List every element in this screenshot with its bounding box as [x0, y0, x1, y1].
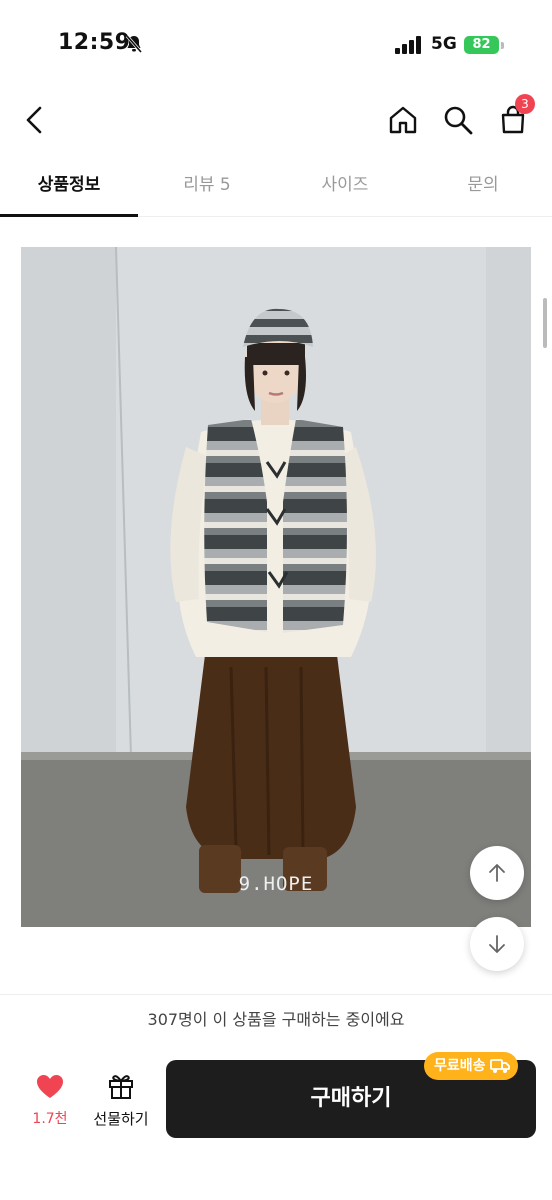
tab-product-info[interactable]: 상품정보 — [0, 160, 138, 217]
arrow-up-icon — [489, 864, 505, 882]
purchase-activity-notice: 307명이 이 상품을 구매하는 중이에요 — [0, 994, 552, 1044]
free-shipping-label: 무료배송 — [434, 1058, 486, 1074]
bottom-action-bar: 1.7천 선물하기 구매하기 무료배송 — [0, 1044, 552, 1200]
scroll-down-button[interactable] — [470, 917, 524, 971]
cart-button[interactable]: 3 — [493, 94, 535, 140]
delivery-truck-icon — [489, 1059, 510, 1073]
heart-icon — [37, 1075, 63, 1098]
gift-icon — [109, 1075, 133, 1099]
image-watermark: 9.HOPE — [239, 873, 314, 895]
arrow-down-icon — [489, 935, 505, 953]
network-type: 5G — [431, 34, 457, 54]
battery-icon: 82 — [464, 34, 504, 56]
tab-size[interactable]: 사이즈 — [276, 160, 414, 216]
search-button[interactable] — [438, 100, 478, 140]
gift-button[interactable]: 선물하기 — [88, 1072, 154, 1129]
status-time: 12:59 — [58, 30, 131, 55]
status-bar: 12:59 5G 82 — [0, 0, 552, 90]
search-icon — [444, 106, 473, 135]
product-tabs: 상품정보 리뷰 5 사이즈 문의 — [0, 160, 552, 217]
tab-reviews[interactable]: 리뷰 5 — [138, 160, 276, 216]
cellular-signal-icon — [395, 36, 421, 54]
like-count: 1.7천 — [32, 1111, 68, 1127]
cart-count-badge: 3 — [515, 94, 535, 114]
battery-level: 82 — [464, 36, 499, 54]
chevron-left-icon — [26, 106, 42, 134]
product-image: 9.HOPE — [21, 247, 531, 927]
gift-label: 선물하기 — [93, 1110, 149, 1128]
free-shipping-badge: 무료배송 — [424, 1052, 518, 1080]
home-button[interactable] — [383, 100, 423, 140]
like-button[interactable]: 1.7천 — [26, 1074, 74, 1128]
scroll-up-button[interactable] — [470, 846, 524, 900]
bell-muted-icon — [125, 35, 143, 53]
back-button[interactable] — [14, 100, 54, 140]
home-icon — [389, 106, 417, 134]
tab-inquiry[interactable]: 문의 — [414, 160, 552, 216]
product-photo-illustration: 9.HOPE — [21, 247, 531, 927]
top-nav: 3 — [0, 90, 552, 150]
page-scrollbar[interactable] — [543, 298, 547, 348]
